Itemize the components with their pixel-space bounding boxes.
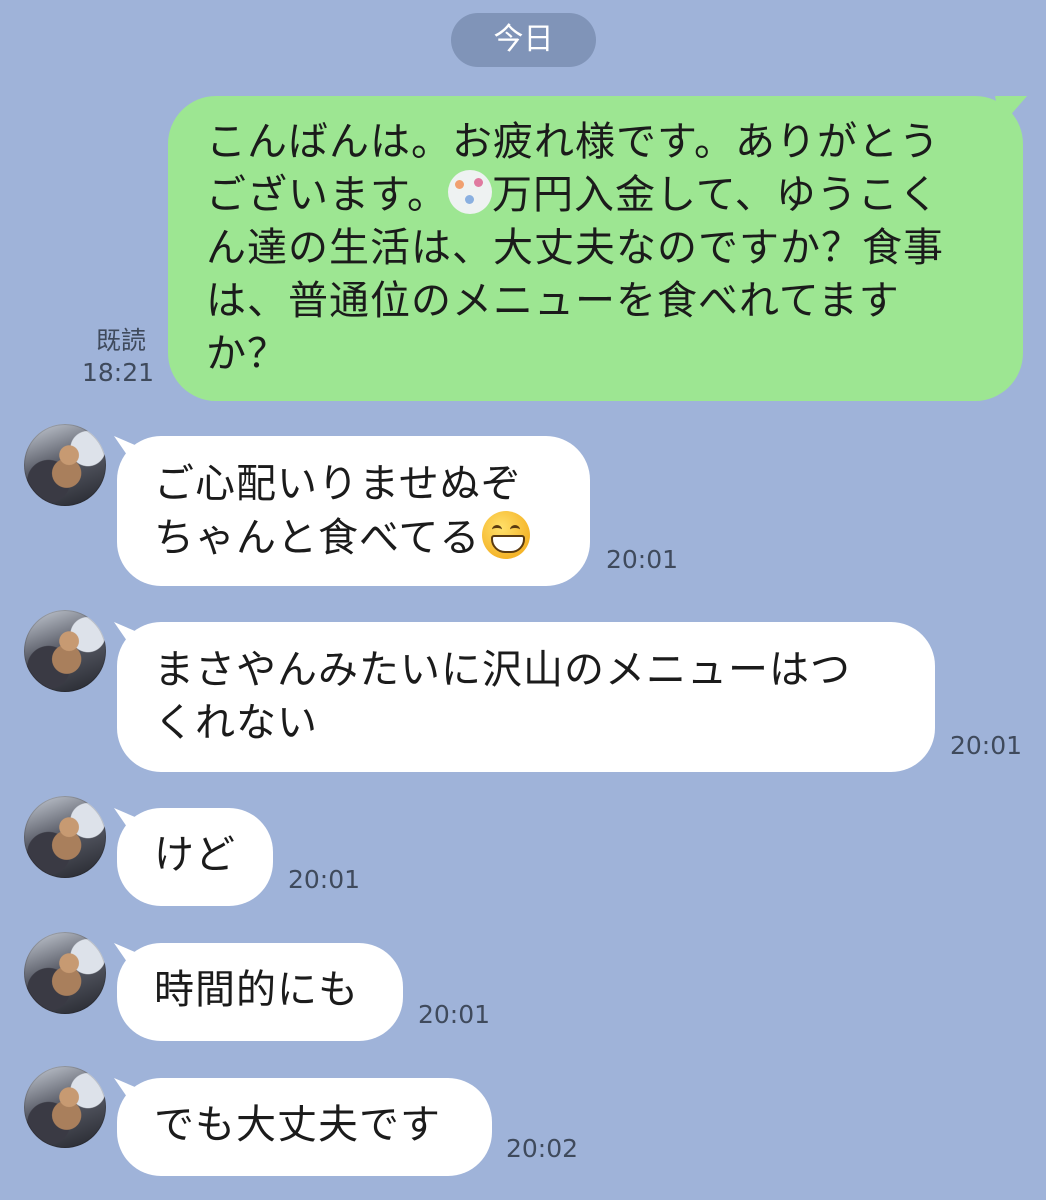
contact-avatar[interactable]: [24, 796, 106, 878]
message-time: 20:01: [606, 545, 679, 574]
outgoing-time: 18:21: [82, 358, 155, 387]
incoming-bubble[interactable]: でも大丈夫です: [117, 1078, 492, 1176]
incoming-bubble[interactable]: 時間的にも: [117, 943, 403, 1041]
message-text: でも大丈夫です: [154, 1102, 441, 1148]
outgoing-bubble-tail: [995, 96, 1027, 126]
message-time: 20:02: [506, 1134, 579, 1163]
read-receipt: 既読: [96, 326, 147, 355]
contact-avatar[interactable]: [24, 1066, 106, 1148]
message-text: ご心配いりませぬぞ ちゃんと食べてる: [154, 461, 522, 561]
contact-avatar[interactable]: [24, 610, 106, 692]
message-text: けど: [154, 832, 236, 878]
message-text: まさやんみたいに沢山のメニューはつ くれない: [154, 647, 851, 746]
money-emoji-icon: [448, 170, 492, 214]
incoming-bubble[interactable]: ご心配いりませぬぞ ちゃんと食べてる: [117, 436, 590, 586]
message-text: 時間的にも: [154, 967, 359, 1013]
outgoing-bubble[interactable]: こんばんは。お疲れ様です。ありがとう ございます。 万円入金して、ゆうこく ん達の…: [168, 96, 1023, 401]
message-time: 20:01: [950, 731, 1023, 760]
incoming-bubble[interactable]: けど: [117, 808, 273, 906]
message-time: 20:01: [288, 865, 361, 894]
contact-avatar[interactable]: [24, 424, 106, 506]
message-time: 20:01: [418, 1000, 491, 1029]
incoming-bubble[interactable]: まさやんみたいに沢山のメニューはつ くれない: [117, 622, 935, 772]
grinning-face-emoji-icon: [482, 511, 531, 559]
contact-avatar[interactable]: [24, 932, 106, 1014]
date-separator: 今日: [451, 13, 596, 67]
